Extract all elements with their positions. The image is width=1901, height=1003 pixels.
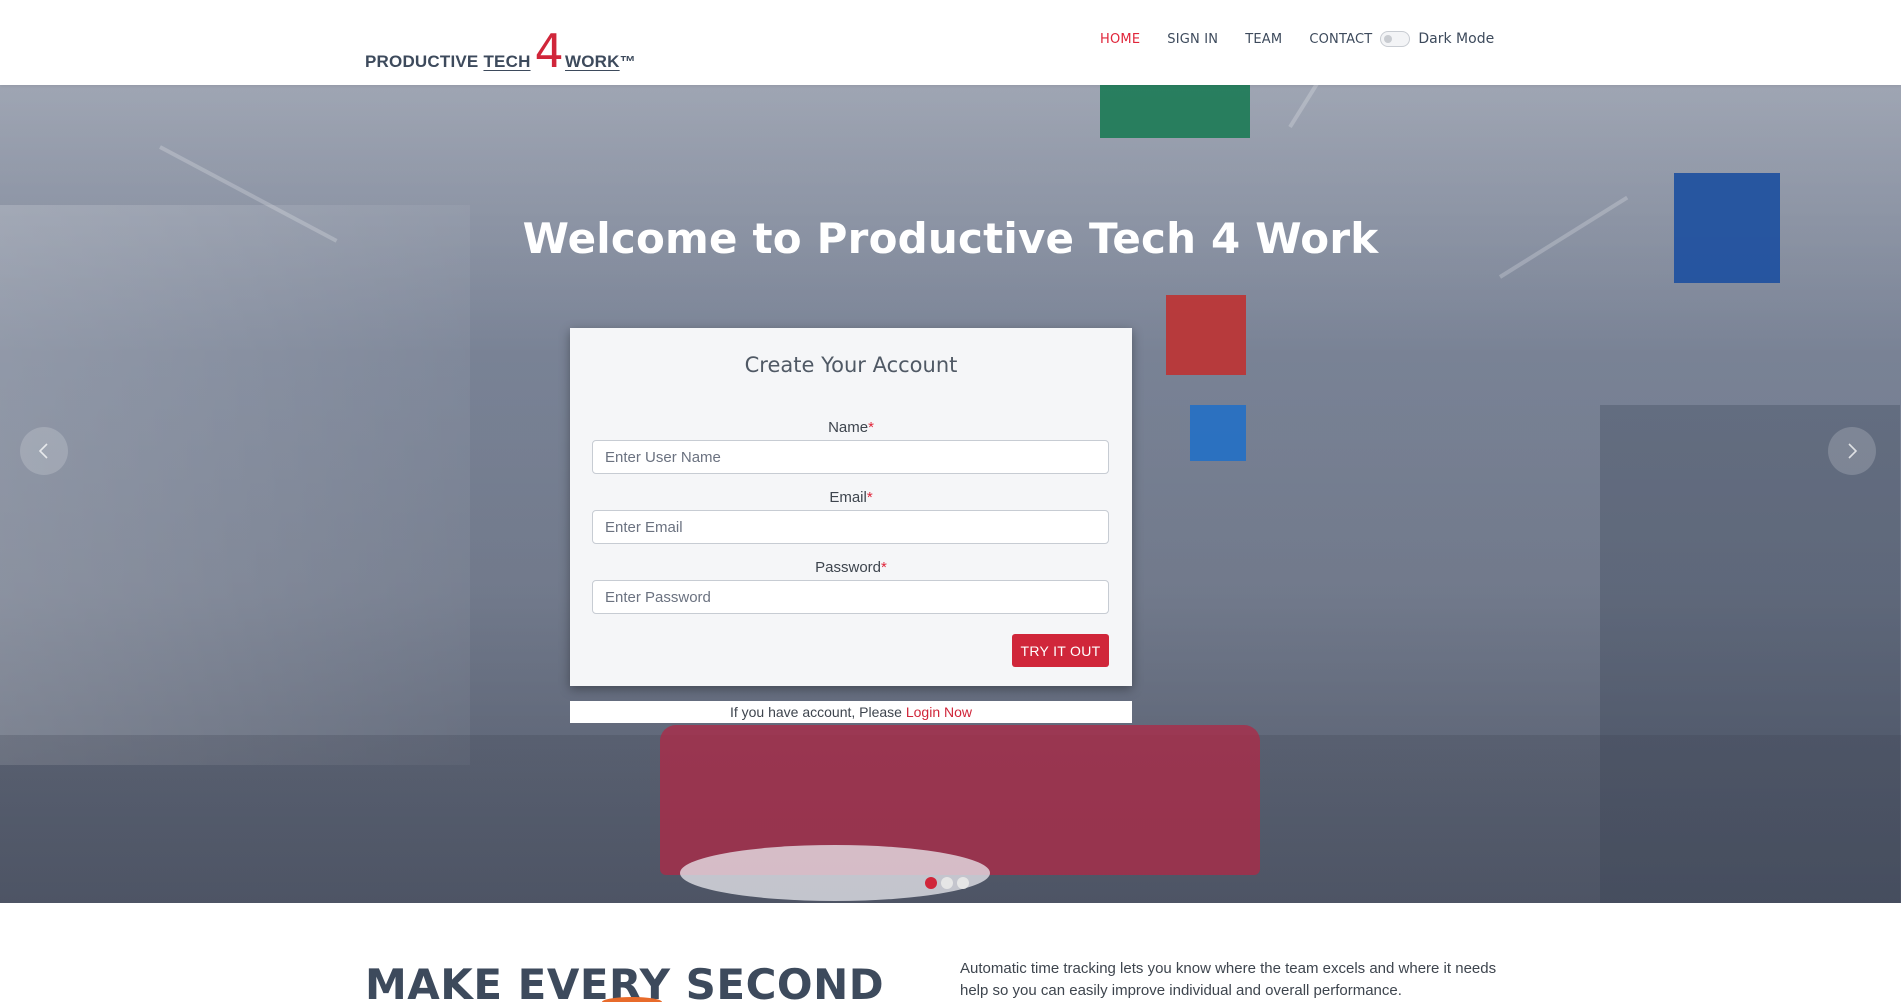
carousel-dot-1[interactable]: [925, 877, 937, 889]
hero-photo-table: [680, 845, 990, 901]
hero-photo-glass-wall: [0, 205, 470, 765]
login-now-link[interactable]: Login Now: [906, 704, 972, 720]
signup-form: Create Your Account Name* Email* Passwor…: [570, 328, 1132, 686]
hero-carousel: Welcome to Productive Tech 4 Work Create…: [0, 85, 1901, 903]
brand-part-tech: TECH: [483, 52, 531, 71]
carousel-next-button[interactable]: [1828, 427, 1876, 475]
dark-mode-toggle[interactable]: [1380, 31, 1411, 47]
toggle-knob: [1384, 35, 1393, 43]
dark-mode-label: Dark Mode: [1418, 31, 1495, 47]
carousel-indicators: [925, 877, 969, 889]
site-header: PRODUCTIVE TECH 4 WORK ™ HOME SIGN IN TE…: [0, 0, 1901, 85]
try-it-out-button[interactable]: TRY IT OUT: [1012, 634, 1109, 667]
features-section: MAKE EVERY SECOND Automatic time trackin…: [0, 903, 1901, 1003]
signup-title: Create Your Account: [744, 353, 958, 377]
heading-swoosh-decoration: [602, 997, 662, 1003]
email-label: Email*: [829, 489, 873, 506]
carousel-dot-2[interactable]: [941, 877, 953, 889]
nav-home[interactable]: HOME: [1100, 32, 1140, 47]
name-input[interactable]: [592, 440, 1109, 474]
password-label: Password*: [815, 559, 887, 576]
hero-photo-sign-small: [1190, 405, 1246, 461]
brand-part-work: WORK: [565, 52, 620, 71]
nav-team[interactable]: TEAM: [1245, 32, 1282, 47]
main-nav: HOME SIGN IN TEAM CONTACT Dark Mode: [1100, 31, 1494, 47]
required-mark: *: [868, 419, 874, 436]
login-prompt-text: If you have account, Please: [729, 704, 902, 720]
section-body-text: Automatic time tracking lets you know wh…: [960, 960, 1497, 999]
required-mark: *: [866, 489, 873, 506]
nav-sign-in[interactable]: SIGN IN: [1167, 32, 1218, 47]
carousel-dot-3[interactable]: [957, 877, 969, 889]
chevron-left-icon: [38, 443, 48, 459]
brand-part-productive: PRODUCTIVE: [365, 52, 479, 71]
brand-four-glyph: 4: [534, 24, 565, 78]
hero-title: Welcome to Productive Tech 4 Work: [522, 214, 1379, 263]
hero-photo-sign-red: [1166, 295, 1246, 375]
password-input[interactable]: [592, 580, 1109, 614]
login-prompt: If you have account, Please Login Now: [570, 701, 1132, 723]
chevron-right-icon: [1848, 443, 1858, 459]
name-label: Name*: [828, 419, 874, 436]
brand-logo[interactable]: PRODUCTIVE TECH 4 WORK ™: [365, 24, 636, 78]
email-input[interactable]: [592, 510, 1109, 544]
carousel-prev-button[interactable]: [20, 427, 68, 475]
hero-photo-sign-green: [1100, 85, 1250, 138]
required-mark: *: [881, 559, 887, 576]
brand-trademark: ™: [619, 54, 636, 71]
nav-contact[interactable]: CONTACT: [1309, 32, 1372, 47]
